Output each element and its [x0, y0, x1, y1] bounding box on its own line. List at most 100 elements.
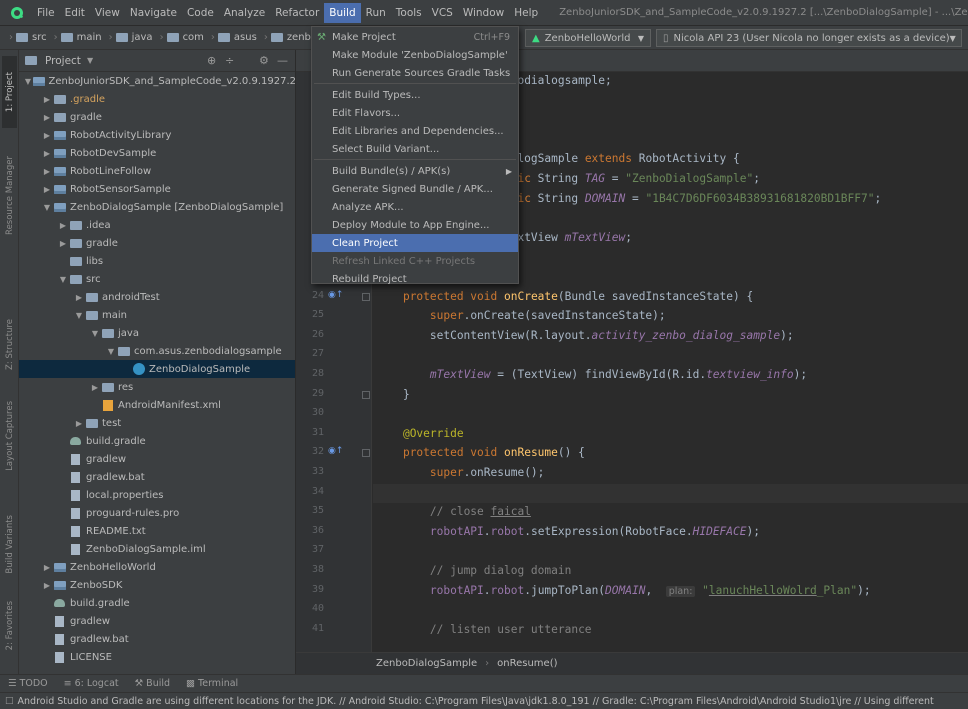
tab-build-variants[interactable]: Build Variants [2, 505, 17, 583]
code-line[interactable]: @Override [376, 427, 464, 440]
expand-right-icon[interactable]: ▶ [41, 581, 53, 590]
build-menu-item[interactable]: Clean Project [312, 234, 518, 252]
breadcrumb-item[interactable]: › java [104, 32, 155, 43]
chevron-down-icon[interactable]: ▼ [87, 56, 93, 65]
code-line[interactable]: // listen user utterance [376, 623, 592, 636]
menu-build[interactable]: Build [324, 2, 361, 23]
expand-right-icon[interactable]: ▶ [41, 185, 53, 194]
override-method-icon[interactable]: ◉↑ [328, 446, 343, 456]
fold-marker-icon[interactable] [362, 449, 370, 458]
expand-right-icon[interactable]: ▶ [73, 293, 85, 302]
tree-item[interactable]: ▼ com.asus.zenbodialogsample [19, 342, 295, 360]
menu-window[interactable]: Window [458, 3, 509, 23]
tab-build[interactable]: ⚒ Build [135, 678, 170, 689]
code-line[interactable]: super.onCreate(savedInstanceState); [376, 309, 666, 322]
code-line[interactable]: mTextView = (TextView) findViewById(R.id… [376, 368, 807, 381]
expand-down-icon[interactable]: ▼ [24, 77, 33, 86]
tree-item[interactable]: ▶ .gradle [19, 90, 295, 108]
menu-analyze[interactable]: Analyze [219, 3, 270, 23]
tree-item[interactable]: ▶ RobotLineFollow [19, 162, 295, 180]
tree-item[interactable]: README.txt [19, 522, 295, 540]
menu-file[interactable]: File [32, 3, 60, 23]
gear-icon[interactable]: ⚙ [259, 54, 269, 67]
menu-refactor[interactable]: Refactor [270, 3, 324, 23]
menu-code[interactable]: Code [182, 3, 219, 23]
tree-item[interactable]: ▶ RobotActivityLibrary [19, 126, 295, 144]
menu-run[interactable]: Run [361, 3, 391, 23]
code-line[interactable]: robotAPI.robot.jumpToPlan(DOMAIN, plan: … [376, 584, 871, 597]
tree-item[interactable]: ▶ androidTest [19, 288, 295, 306]
override-method-icon[interactable]: ◉↑ [328, 290, 343, 300]
tab-structure[interactable]: Z: Structure [2, 308, 17, 380]
tree-item[interactable]: gradlew [19, 612, 295, 630]
expand-right-icon[interactable]: ▶ [41, 113, 53, 122]
breadcrumb-class[interactable]: ZenboDialogSample [376, 658, 477, 669]
fold-marker-icon[interactable] [362, 390, 370, 399]
build-menu-item[interactable]: Edit Build Types... [312, 86, 518, 104]
menu-help[interactable]: Help [509, 3, 543, 23]
tree-item[interactable]: local.properties [19, 486, 295, 504]
tree-item[interactable]: ▼ ZenboDialogSample [ZenboDialogSample] [19, 198, 295, 216]
tab-resource-manager[interactable]: Resource Manager [2, 150, 17, 240]
menu-navigate[interactable]: Navigate [125, 3, 182, 23]
build-menu-item[interactable]: Rebuild Project [312, 270, 518, 288]
build-menu-item[interactable]: Deploy Module to App Engine... [312, 216, 518, 234]
tab-layout-captures[interactable]: Layout Captures [2, 395, 17, 477]
locate-icon[interactable]: ⊕ [207, 54, 216, 67]
code-line[interactable]: super.onResume(); [376, 466, 545, 479]
tree-item[interactable]: ▶ res [19, 378, 295, 396]
expand-right-icon[interactable]: ▶ [89, 383, 101, 392]
expand-right-icon[interactable]: ▶ [41, 167, 53, 176]
tree-item[interactable]: ▼ src [19, 270, 295, 288]
tree-item[interactable]: LICENSE [19, 648, 295, 666]
breadcrumb-item[interactable]: › src [4, 32, 49, 43]
tree-item[interactable]: ▶ test [19, 414, 295, 432]
fold-marker-icon[interactable] [362, 292, 370, 301]
tree-item[interactable]: ▼ ZenboJuniorSDK_and_SampleCode_v2.0.9.19… [19, 72, 295, 90]
tree-item[interactable]: ZenboDialogSample.iml [19, 540, 295, 558]
breadcrumb-item[interactable]: › com [155, 32, 206, 43]
code-line[interactable]: // close faical [376, 505, 531, 518]
collapse-all-icon[interactable]: ÷ [225, 54, 234, 67]
run-configuration-select[interactable]: ▲ ZenboHelloWorld ▼ [525, 29, 651, 47]
build-menu-item[interactable]: Edit Flavors... [312, 104, 518, 122]
code-line[interactable]: } [376, 388, 410, 401]
tree-item[interactable]: ZenboDialogSample [19, 360, 295, 378]
status-icon[interactable]: □ [5, 696, 14, 706]
build-menu-item[interactable]: ⚒ Make Project Ctrl+F9 [312, 28, 518, 46]
expand-right-icon[interactable]: ▶ [73, 419, 85, 428]
device-select[interactable]: ▯ Nicola API 23 (User Nicola no longer e… [656, 29, 962, 47]
tab-logcat[interactable]: ≡ 6: Logcat [64, 678, 119, 689]
tree-item[interactable]: AndroidManifest.xml [19, 396, 295, 414]
expand-right-icon[interactable]: ▶ [41, 95, 53, 104]
menu-tools[interactable]: Tools [391, 3, 427, 23]
expand-down-icon[interactable]: ▼ [89, 329, 101, 338]
code-line[interactable]: robotAPI.robot.setExpression(RobotFace.H… [376, 525, 760, 538]
tree-item[interactable]: ▶ RobotSensorSample [19, 180, 295, 198]
breadcrumb-item[interactable]: › asus [206, 32, 259, 43]
tree-item[interactable]: ▶ ZenboHelloWorld [19, 558, 295, 576]
breadcrumb-method[interactable]: onResume() [497, 658, 557, 669]
tree-item[interactable]: build.gradle [19, 594, 295, 612]
expand-right-icon[interactable]: ▶ [41, 563, 53, 572]
tree-item[interactable]: ▶ gradle [19, 234, 295, 252]
breadcrumb-item[interactable]: › main [49, 32, 104, 43]
code-line[interactable]: // jump dialog domain [376, 564, 571, 577]
code-line[interactable]: protected void onCreate(Bundle savedInst… [376, 290, 753, 303]
code-line[interactable]: setContentView(R.layout.activity_zenbo_d… [376, 329, 794, 342]
tree-item[interactable]: libs [19, 252, 295, 270]
expand-right-icon[interactable]: ▶ [41, 149, 53, 158]
hide-panel-icon[interactable]: — [277, 54, 288, 67]
menu-view[interactable]: View [90, 3, 125, 23]
build-menu-item[interactable]: Select Build Variant... [312, 140, 518, 158]
menu-edit[interactable]: Edit [60, 3, 90, 23]
tree-item[interactable]: ▶ ZenboSDK [19, 576, 295, 594]
build-menu-item[interactable]: Analyze APK... [312, 198, 518, 216]
build-menu-item[interactable]: Build Bundle(s) / APK(s) ▶ [312, 162, 518, 180]
tree-item[interactable]: build.gradle [19, 432, 295, 450]
tree-item[interactable]: ▶ .idea [19, 216, 295, 234]
menu-vcs[interactable]: VCS [427, 3, 458, 23]
build-menu-item[interactable]: Generate Signed Bundle / APK... [312, 180, 518, 198]
expand-right-icon[interactable]: ▶ [57, 221, 69, 230]
tab-terminal[interactable]: ▩ Terminal [186, 678, 238, 689]
